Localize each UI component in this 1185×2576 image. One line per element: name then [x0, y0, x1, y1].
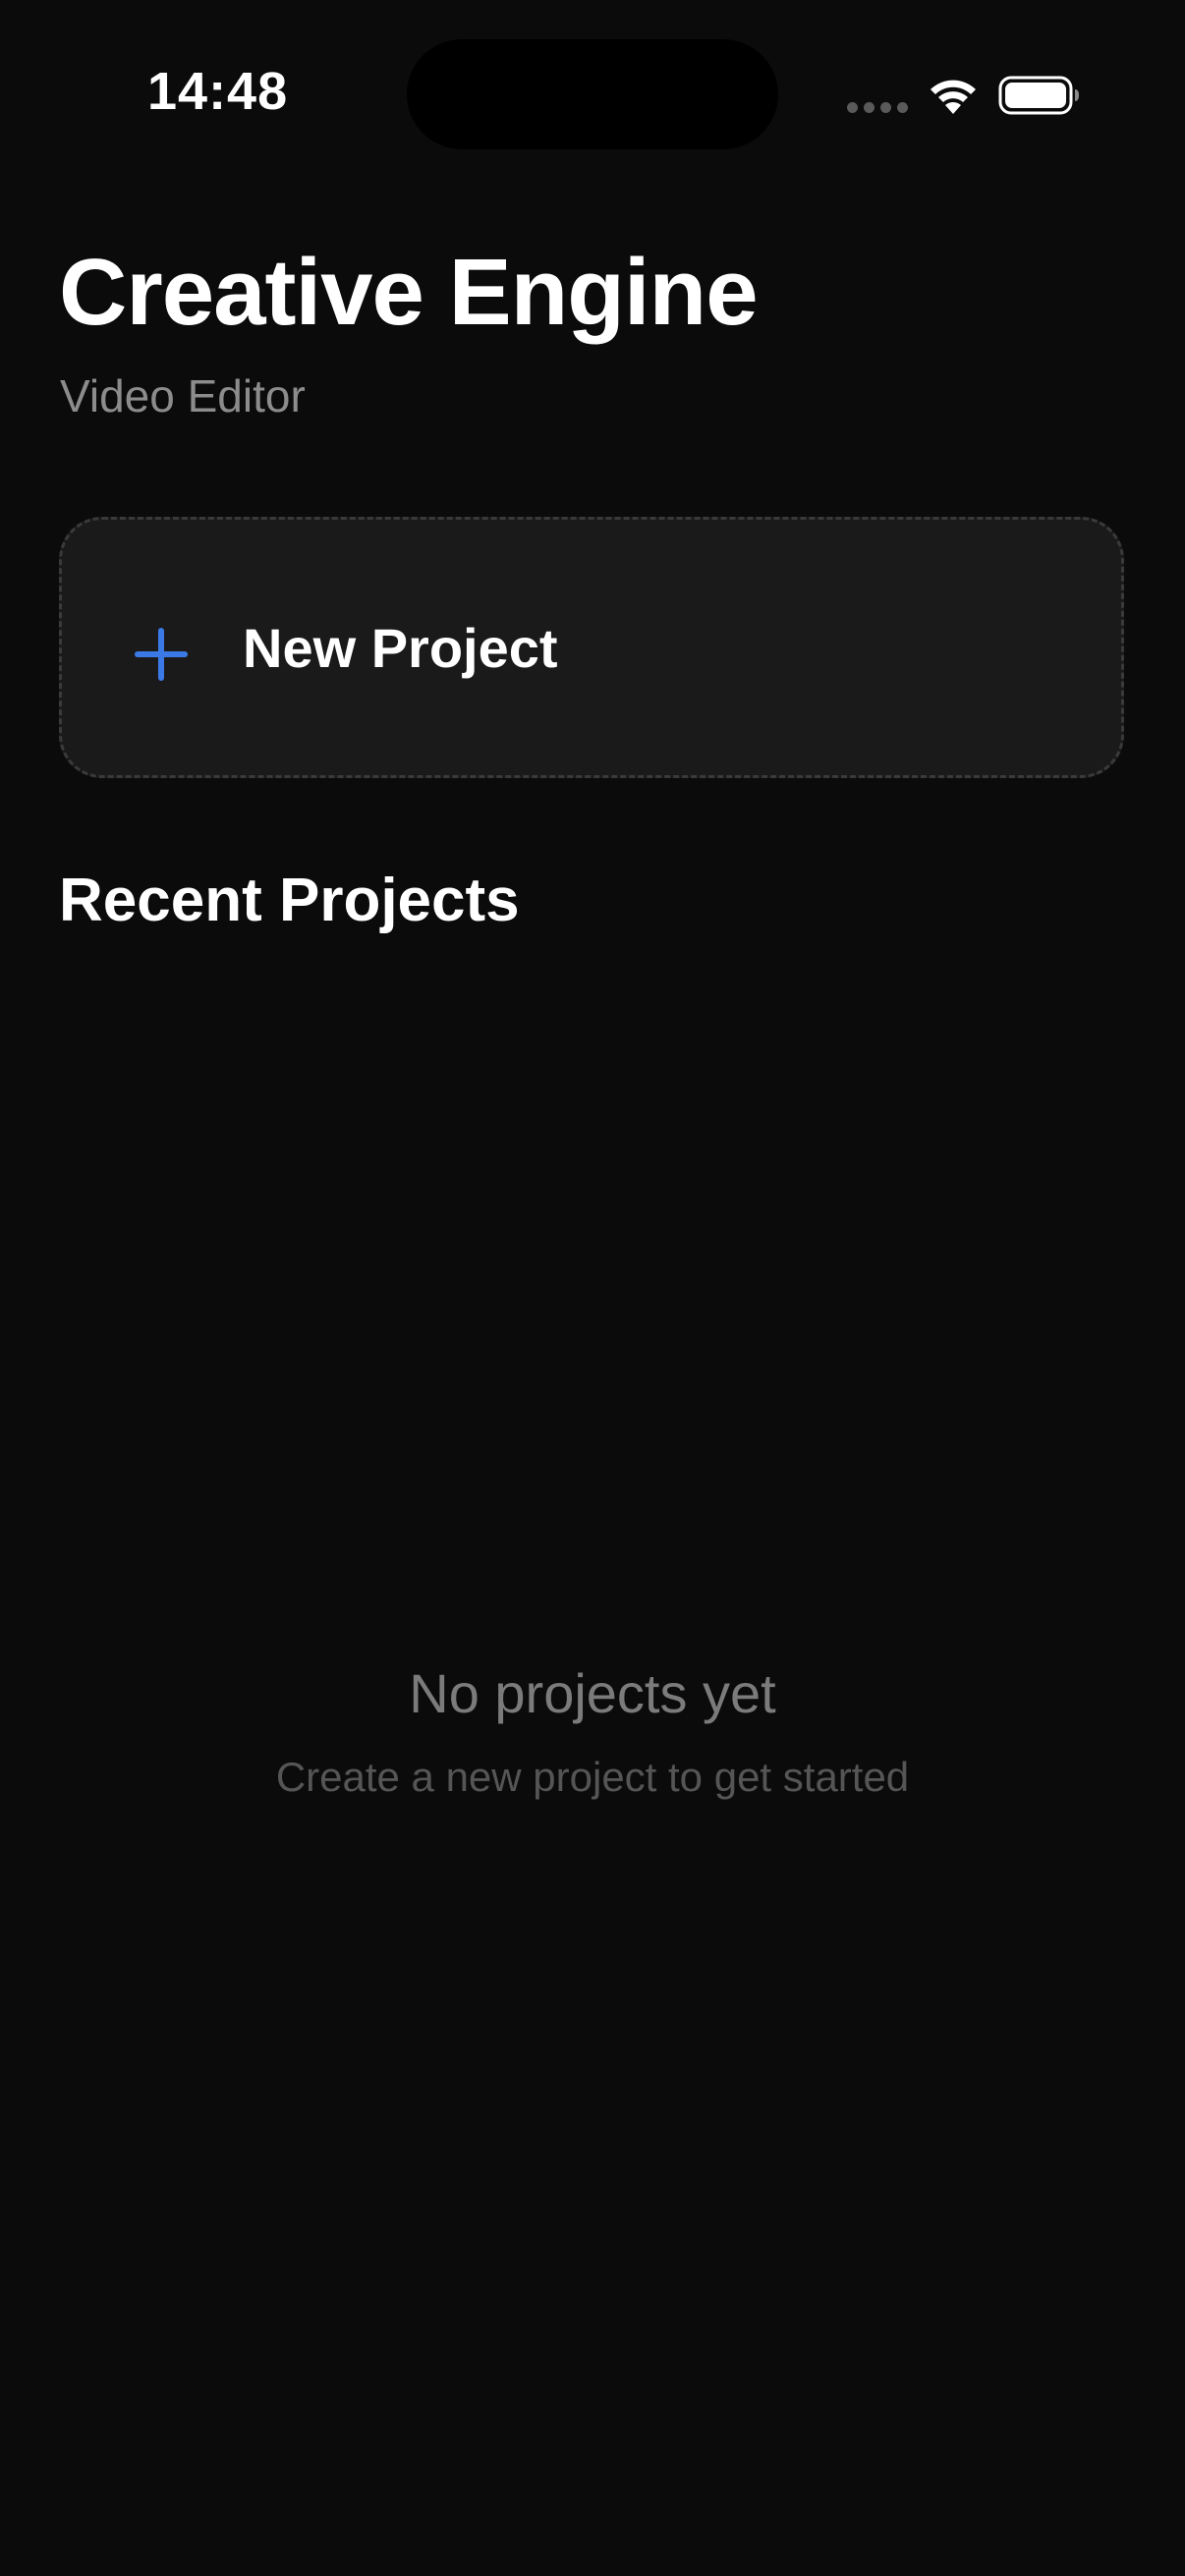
plus-icon	[135, 628, 188, 681]
app-title: Creative Engine	[59, 240, 759, 345]
battery-icon	[998, 76, 1079, 115]
dynamic-island	[407, 39, 778, 149]
empty-state-subtitle: Create a new project to get started	[275, 1754, 910, 1800]
cellular-signal-icon	[847, 102, 908, 114]
new-project-button[interactable]: New Project	[59, 517, 1124, 778]
status-time: 14:48	[147, 62, 289, 121]
empty-state-title: No projects yet	[409, 1662, 776, 1724]
wifi-icon	[931, 80, 976, 114]
recent-projects-heading: Recent Projects	[59, 867, 520, 934]
status-bar: 14:48	[0, 0, 1185, 187]
new-project-label: New Project	[243, 617, 558, 679]
app-subtitle: Video Editor	[60, 370, 306, 421]
